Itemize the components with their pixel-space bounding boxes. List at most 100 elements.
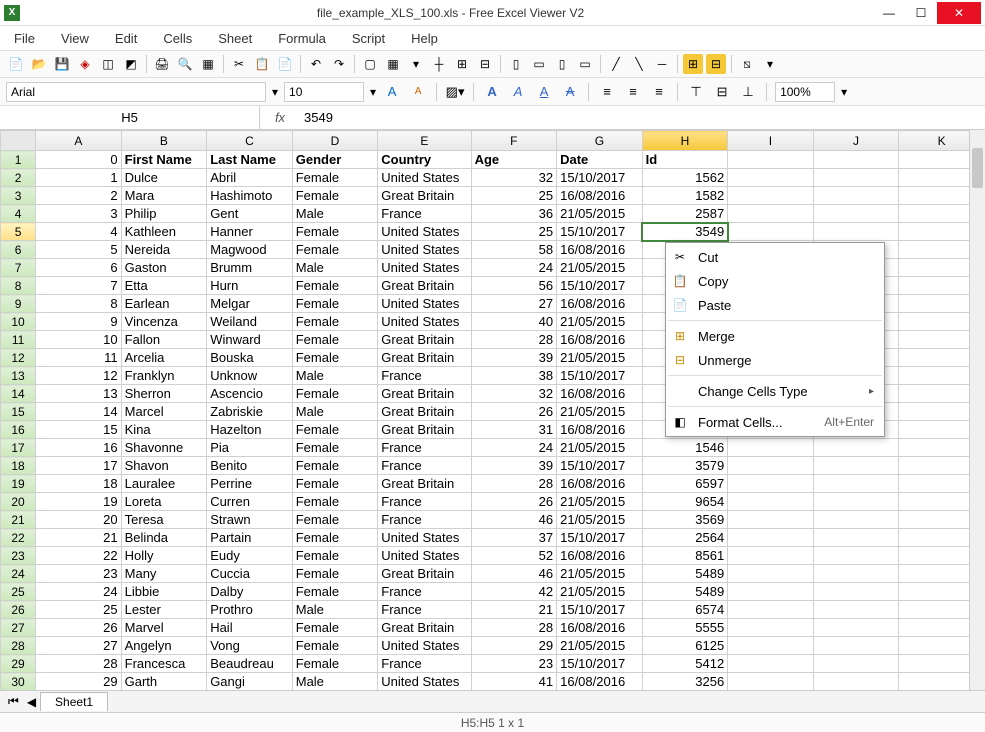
cell[interactable]: France: [378, 493, 471, 511]
cell[interactable]: 6: [36, 259, 122, 277]
cell[interactable]: Prothro: [207, 601, 293, 619]
border-right-icon[interactable]: ▯: [552, 54, 572, 74]
col-header-I[interactable]: I: [728, 131, 814, 151]
cell[interactable]: Hanner: [207, 223, 293, 241]
cell[interactable]: [813, 637, 899, 655]
cell[interactable]: Great Britain: [378, 331, 471, 349]
cell[interactable]: [728, 205, 814, 223]
cell[interactable]: Gaston: [121, 259, 207, 277]
cell[interactable]: 2587: [642, 205, 728, 223]
cell[interactable]: [813, 583, 899, 601]
cell[interactable]: Lauralee: [121, 475, 207, 493]
cm-format-cells[interactable]: ◧Format Cells...Alt+Enter: [666, 410, 884, 434]
cell[interactable]: 24: [471, 259, 557, 277]
cell[interactable]: Great Britain: [378, 187, 471, 205]
cell[interactable]: 21/05/2015: [557, 637, 643, 655]
formula-input[interactable]: [300, 110, 985, 125]
cell[interactable]: Great Britain: [378, 565, 471, 583]
cell[interactable]: Female: [292, 619, 378, 637]
cell[interactable]: Kina: [121, 421, 207, 439]
cell[interactable]: 13: [36, 385, 122, 403]
cell[interactable]: 21/05/2015: [557, 511, 643, 529]
cell[interactable]: France: [378, 457, 471, 475]
diag-both-icon[interactable]: ⧅: [737, 54, 757, 74]
cell[interactable]: 15/10/2017: [557, 277, 643, 295]
cell[interactable]: 5489: [642, 583, 728, 601]
font-dec-icon[interactable]: A: [408, 82, 428, 102]
cell[interactable]: Lester: [121, 601, 207, 619]
cell[interactable]: Great Britain: [378, 475, 471, 493]
row-header-12[interactable]: 12: [1, 349, 36, 367]
row-header-19[interactable]: 19: [1, 475, 36, 493]
diag2-icon[interactable]: ╲: [629, 54, 649, 74]
cell[interactable]: Female: [292, 529, 378, 547]
cell[interactable]: United States: [378, 295, 471, 313]
cell[interactable]: 39: [471, 457, 557, 475]
cell[interactable]: Gangi: [207, 673, 293, 691]
row-header-13[interactable]: 13: [1, 367, 36, 385]
cell[interactable]: Female: [292, 637, 378, 655]
cell[interactable]: 27: [471, 295, 557, 313]
cell[interactable]: 16/08/2016: [557, 295, 643, 313]
row-header-18[interactable]: 18: [1, 457, 36, 475]
cell[interactable]: 58: [471, 241, 557, 259]
cell[interactable]: Hail: [207, 619, 293, 637]
cell[interactable]: 6597: [642, 475, 728, 493]
cell[interactable]: France: [378, 367, 471, 385]
row-header-5[interactable]: 5: [1, 223, 36, 241]
new-icon[interactable]: 📄: [6, 54, 26, 74]
cell[interactable]: 25: [471, 223, 557, 241]
cell[interactable]: Female: [292, 493, 378, 511]
cell[interactable]: 24: [36, 583, 122, 601]
cell[interactable]: 25: [36, 601, 122, 619]
cell[interactable]: Female: [292, 565, 378, 583]
cell[interactable]: Benito: [207, 457, 293, 475]
cell[interactable]: [728, 529, 814, 547]
cell[interactable]: 10: [36, 331, 122, 349]
cell[interactable]: Last Name: [207, 151, 293, 169]
col-header-J[interactable]: J: [813, 131, 899, 151]
cell[interactable]: Female: [292, 223, 378, 241]
menu-formula[interactable]: Formula: [274, 29, 330, 48]
cell[interactable]: 2: [36, 187, 122, 205]
cell[interactable]: 3256: [642, 673, 728, 691]
cell[interactable]: Gent: [207, 205, 293, 223]
cell[interactable]: Female: [292, 583, 378, 601]
cell[interactable]: 23: [471, 655, 557, 673]
row-header-3[interactable]: 3: [1, 187, 36, 205]
cell[interactable]: Loreta: [121, 493, 207, 511]
row-header-29[interactable]: 29: [1, 655, 36, 673]
cell[interactable]: United States: [378, 259, 471, 277]
cell[interactable]: 5412: [642, 655, 728, 673]
zoom-select[interactable]: [775, 82, 835, 102]
cell[interactable]: France: [378, 655, 471, 673]
cell[interactable]: United States: [378, 169, 471, 187]
cell[interactable]: Id: [642, 151, 728, 169]
row-header-11[interactable]: 11: [1, 331, 36, 349]
cell[interactable]: 22: [36, 547, 122, 565]
cell[interactable]: [728, 619, 814, 637]
paste-icon[interactable]: 📄: [275, 54, 295, 74]
cell[interactable]: 27: [36, 637, 122, 655]
cell-reference[interactable]: H5: [0, 106, 260, 129]
cell[interactable]: 6574: [642, 601, 728, 619]
cell[interactable]: 21/05/2015: [557, 565, 643, 583]
cell[interactable]: Brumm: [207, 259, 293, 277]
cell[interactable]: Female: [292, 331, 378, 349]
cell[interactable]: 15/10/2017: [557, 367, 643, 385]
bold-icon[interactable]: A: [482, 82, 502, 102]
cut-icon[interactable]: ✂: [229, 54, 249, 74]
cell[interactable]: Male: [292, 673, 378, 691]
cell[interactable]: 28: [471, 475, 557, 493]
row-header-6[interactable]: 6: [1, 241, 36, 259]
cell[interactable]: Arcelia: [121, 349, 207, 367]
cell[interactable]: 15/10/2017: [557, 223, 643, 241]
cell[interactable]: 18: [36, 475, 122, 493]
cell[interactable]: [813, 601, 899, 619]
cell[interactable]: Curren: [207, 493, 293, 511]
col-header-B[interactable]: B: [121, 131, 207, 151]
cell[interactable]: Franklyn: [121, 367, 207, 385]
cell[interactable]: Male: [292, 367, 378, 385]
cell[interactable]: Dalby: [207, 583, 293, 601]
cm-change-type[interactable]: Change Cells Type▸: [666, 379, 884, 403]
